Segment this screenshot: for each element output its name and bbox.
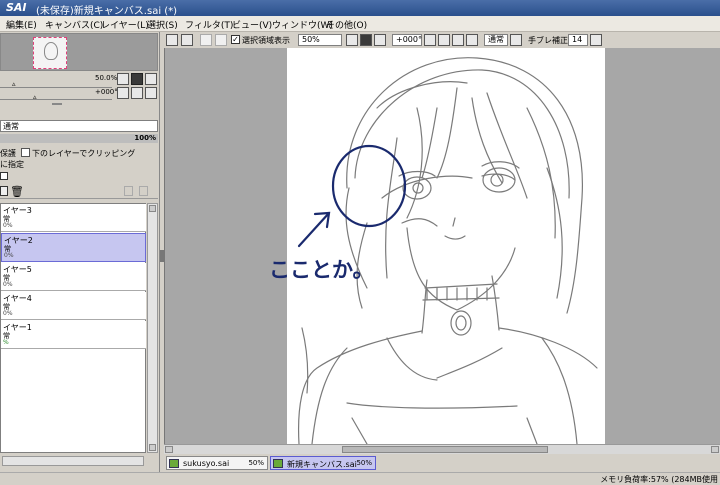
rotate-right-button[interactable] [131, 87, 143, 99]
toolbar-rotate-right-button[interactable] [438, 34, 450, 46]
status-bar: メモリ負荷率:57% (284MB使用 [0, 472, 720, 485]
panel-splitter[interactable] [52, 103, 62, 105]
menu-other[interactable]: その他(O) [326, 18, 367, 31]
toolbar-zoom-reset-button[interactable] [374, 34, 386, 46]
divider [0, 198, 158, 199]
menu-layer[interactable]: レイヤー(L) [101, 18, 149, 31]
navigator-rotation-value: +000° [95, 88, 118, 96]
memory-status: メモリ負荷率:57% (284MB使用 [600, 475, 718, 484]
doc-tab[interactable]: sukusyo.sai 50% [166, 456, 268, 470]
zoom-out-button[interactable] [117, 73, 129, 85]
stabilizer-label: 手ブレ補正 [528, 36, 568, 45]
scroll-up-arrow[interactable] [149, 205, 156, 212]
new-folder-icon[interactable] [0, 186, 8, 196]
file-icon [169, 459, 179, 468]
flip-horizontal-button[interactable] [466, 34, 478, 46]
menu-canvas[interactable]: キャンバス(C) [45, 18, 103, 31]
annotation-text: こことか。 [269, 258, 374, 282]
document-tabbar: sukusyo.sai 50% 新規キャンバス.sai 50% [164, 455, 720, 472]
navigator-zoom-value: 50.0% [95, 74, 118, 82]
undo-button[interactable] [166, 34, 178, 46]
navigator-thumbnail[interactable] [33, 37, 67, 69]
stabilizer-select[interactable]: 14 [568, 34, 588, 46]
menu-view[interactable]: ビュー(V) [232, 18, 272, 31]
invert-selection-button[interactable] [215, 34, 227, 46]
canvas-area[interactable]: こことか。 [164, 48, 720, 444]
rotation-select[interactable]: +000° [392, 34, 422, 46]
menu-filter[interactable]: フィルタ(T) [185, 18, 233, 31]
rotation-slider-handle-icon[interactable]: ▵ [33, 93, 37, 101]
layer-list-hscrollbar[interactable] [2, 456, 144, 466]
scroll-right-arrow[interactable] [711, 446, 719, 453]
merge-down-icon[interactable] [124, 186, 133, 196]
blend-toggle-button[interactable] [510, 34, 522, 46]
rotate-left-button[interactable] [117, 87, 129, 99]
canvas-paper[interactable]: こことか。 [269, 48, 605, 444]
menu-edit[interactable]: 編集(E) [6, 18, 37, 31]
menu-bar: 編集(E) キャンバス(C) レイヤー(L) 選択(S) フィルタ(T) ビュー… [0, 16, 720, 32]
layer-opacity: 0% [4, 252, 14, 259]
redo-button[interactable] [181, 34, 193, 46]
tab-name: sukusyo.sai [183, 459, 230, 468]
app-logo: SAI [6, 1, 27, 14]
canvas-hscrollbar[interactable] [164, 444, 720, 454]
toolbar-rotate-reset-button[interactable] [452, 34, 464, 46]
tab-zoom: 50% [356, 459, 372, 467]
menu-window[interactable]: ウィンドウ(W) [272, 18, 333, 31]
toolbar-zoom-out-button[interactable] [346, 34, 358, 46]
menu-select[interactable]: 選択(S) [147, 18, 178, 31]
new-layer-icon[interactable] [0, 172, 8, 180]
rotation-slider[interactable] [0, 99, 112, 100]
selection-source-label: に指定 [0, 160, 24, 169]
sketch-drawing [297, 57, 598, 444]
zoom-reset-button[interactable] [145, 73, 157, 85]
clear-layer-icon[interactable] [139, 186, 148, 196]
scroll-down-arrow[interactable] [149, 444, 156, 451]
opacity-value: 100% [134, 134, 156, 142]
file-icon [273, 459, 283, 468]
show-selection-checkbox[interactable]: ✓ [231, 35, 240, 44]
zoom-slider-handle-icon[interactable]: ▵ [12, 80, 16, 88]
toolbar-rotate-left-button[interactable] [424, 34, 436, 46]
blend-mode-select[interactable]: 通常 [0, 120, 158, 132]
canvas-toolbar: ✓ 選択領域表示 50% +000° 通常 手ブレ補正 14 [164, 32, 720, 48]
scroll-thumb[interactable] [342, 446, 548, 453]
deselect-button[interactable] [200, 34, 212, 46]
layer-opacity: 0% [3, 310, 13, 317]
show-selection-label: 選択領域表示 [242, 36, 290, 45]
thumbnail-sketch [44, 42, 58, 60]
scroll-left-arrow[interactable] [165, 446, 173, 453]
zoom-in-button[interactable] [131, 73, 143, 85]
layer-item[interactable]: イヤー1 常 % [1, 321, 146, 349]
blend-mode-value: 通常 [3, 122, 19, 131]
layer-opacity: 0% [3, 281, 13, 288]
layer-item[interactable]: イヤー4 常 0% [1, 292, 146, 320]
protect-opacity-label: 保護 [0, 149, 16, 158]
layer-list: イヤー3 常 0% イヤー2 常 0% イヤー5 常 0% イヤー4 常 0% … [0, 203, 146, 453]
left-panel: 50.0% ▵ +000° ▵ 通常 100% 保護 下のレイヤーでクリッピング… [0, 32, 164, 485]
window-title: (未保存)新規キャンバス.sai (*) [36, 6, 178, 17]
layer-opacity: % [3, 339, 9, 346]
doc-tab-active[interactable]: 新規キャンバス.sai 50% [270, 456, 376, 470]
opacity-slider[interactable]: 100% [0, 134, 158, 143]
trash-icon[interactable]: 🗑 [10, 185, 24, 198]
toolbar-zoom-in-button[interactable] [360, 34, 372, 46]
layer-item[interactable]: イヤー5 常 0% [1, 263, 146, 291]
rotate-reset-button[interactable] [145, 87, 157, 99]
stabilizer-dropdown-button[interactable] [590, 34, 602, 46]
clipping-checkbox[interactable] [21, 148, 30, 157]
zoom-select[interactable]: 50% [298, 34, 342, 46]
tab-name: 新規キャンバス.sai [287, 460, 357, 469]
clipping-label: 下のレイヤーでクリッピング [32, 149, 136, 158]
blend-select[interactable]: 通常 [484, 34, 508, 46]
tab-zoom: 50% [248, 459, 264, 467]
layer-opacity: 0% [3, 222, 13, 229]
navigator-preview[interactable] [0, 33, 158, 71]
title-bar: SAI (未保存)新規キャンバス.sai (*) [0, 0, 720, 17]
layer-item[interactable]: イヤー3 常 0% [1, 204, 146, 232]
layer-item-selected[interactable]: イヤー2 常 0% [1, 233, 146, 262]
layer-list-scrollbar[interactable] [147, 203, 158, 453]
